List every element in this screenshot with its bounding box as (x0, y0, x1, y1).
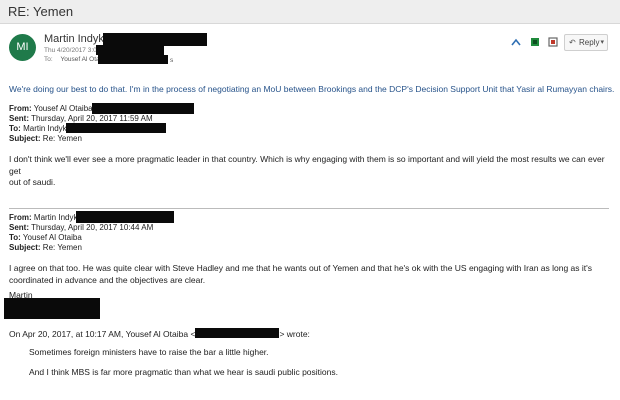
quote-intro-end: > wrote: (279, 329, 310, 339)
sent-value: Thursday, April 20, 2017 10:44 AM (31, 223, 154, 232)
body-line: out of saudi. (9, 177, 56, 187)
body-line: coordinated in advance and the objective… (9, 274, 206, 285)
sender-name[interactable]: Martin Indyk (44, 33, 104, 45)
redacted-signature-block (4, 298, 100, 319)
redacted-from-email-2 (76, 211, 174, 223)
subject-label: Subject: (9, 243, 41, 252)
avatar[interactable]: MI (9, 34, 36, 61)
subject-value: Re: Yemen (42, 134, 82, 143)
reply-button[interactable]: ↶ Reply ▾ (564, 34, 608, 51)
to-label: To: (44, 56, 53, 63)
reply-arrow-icon[interactable] (510, 36, 522, 48)
subject-bar: RE: Yemen (0, 0, 620, 24)
from-label: From: (9, 104, 32, 113)
sent-value: Thursday, April 20, 2017 11:59 AM (31, 114, 153, 123)
to-row: To: Yousef Al Otaiba (9, 233, 153, 243)
redacted-from-email-1 (92, 103, 194, 114)
redacted-to-email-1 (66, 123, 166, 133)
to-label: To: (9, 124, 21, 133)
divider (9, 208, 609, 209)
category-icon[interactable] (547, 36, 559, 48)
recipient-suffix: s (170, 57, 174, 64)
from-label: From: (9, 213, 32, 222)
message-header: MI Martin Indyk Thu 4/20/2017 3:04 PM To… (0, 24, 620, 74)
reply-message-body: We're doing our best to do that. I'm in … (9, 84, 615, 94)
redacted-block (96, 45, 164, 55)
email-body-1: I don't think we'll ever see a more prag… (9, 154, 614, 189)
subject-value: Re: Yemen (42, 243, 82, 252)
quoted-line: And I think MBS is far more pragmatic th… (29, 367, 338, 377)
redacted-quote-email (195, 328, 280, 338)
quoted-line: Sometimes foreign ministers have to rais… (29, 347, 269, 357)
subject-label: Subject: (9, 134, 41, 143)
sent-row: Sent: Thursday, April 20, 2017 10:44 AM (9, 223, 153, 233)
subject-row: Subject: Re: Yemen (9, 134, 153, 144)
from-value: Yousef Al Otaiba (33, 104, 93, 113)
reply-icon: ↶ (569, 38, 576, 47)
to-value: Martin Indyk (23, 124, 67, 133)
from-value: Martin Indyk (33, 213, 78, 222)
sent-label: Sent: (9, 223, 29, 232)
quote-intro: On Apr 20, 2017, at 10:17 AM, Yousef Al … (9, 328, 310, 339)
subject-row: Subject: Re: Yemen (9, 243, 153, 253)
email-body-2: I agree on that too. He was quite clear … (9, 263, 614, 286)
sent-label: Sent: (9, 114, 29, 123)
reply-label: Reply (579, 38, 600, 47)
body-line: I agree on that too. He was quite clear … (9, 263, 593, 273)
flag-icon[interactable] (529, 36, 541, 48)
chevron-down-icon[interactable]: ▾ (600, 38, 604, 46)
email-subject: RE: Yemen (8, 4, 74, 19)
to-label: To: (9, 233, 21, 242)
redacted-recipient-email (98, 55, 168, 64)
quote-intro-start: On Apr 20, 2017, at 10:17 AM, Yousef Al … (9, 329, 196, 339)
to-value: Yousef Al Otaiba (22, 233, 82, 242)
body-line: I don't think we'll ever see a more prag… (9, 154, 605, 176)
